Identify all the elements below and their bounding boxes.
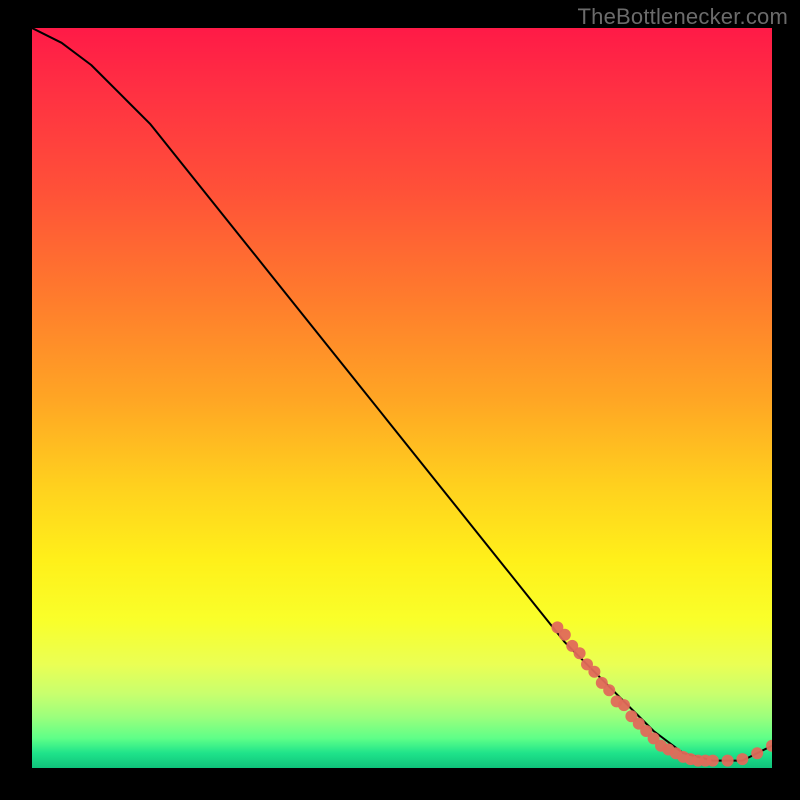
curve-point-marker bbox=[588, 666, 600, 678]
watermark-text: TheBottlenecker.com bbox=[578, 4, 788, 30]
curve-point-marker bbox=[603, 684, 615, 696]
curve-point-marker bbox=[559, 629, 571, 641]
curve-point-marker bbox=[722, 755, 734, 767]
curve-point-marker bbox=[736, 753, 748, 765]
plot-area bbox=[32, 28, 772, 768]
curve-point-marker bbox=[751, 747, 763, 759]
curve-point-marker bbox=[618, 699, 630, 711]
chart-frame: TheBottlenecker.com bbox=[0, 0, 800, 800]
curve-point-marker bbox=[766, 740, 772, 752]
marker-layer bbox=[551, 621, 772, 766]
bottleneck-curve-path bbox=[32, 28, 772, 761]
curve-point-marker bbox=[574, 647, 586, 659]
curve-layer bbox=[32, 28, 772, 761]
curve-point-marker bbox=[707, 755, 719, 767]
plot-svg bbox=[32, 28, 772, 768]
